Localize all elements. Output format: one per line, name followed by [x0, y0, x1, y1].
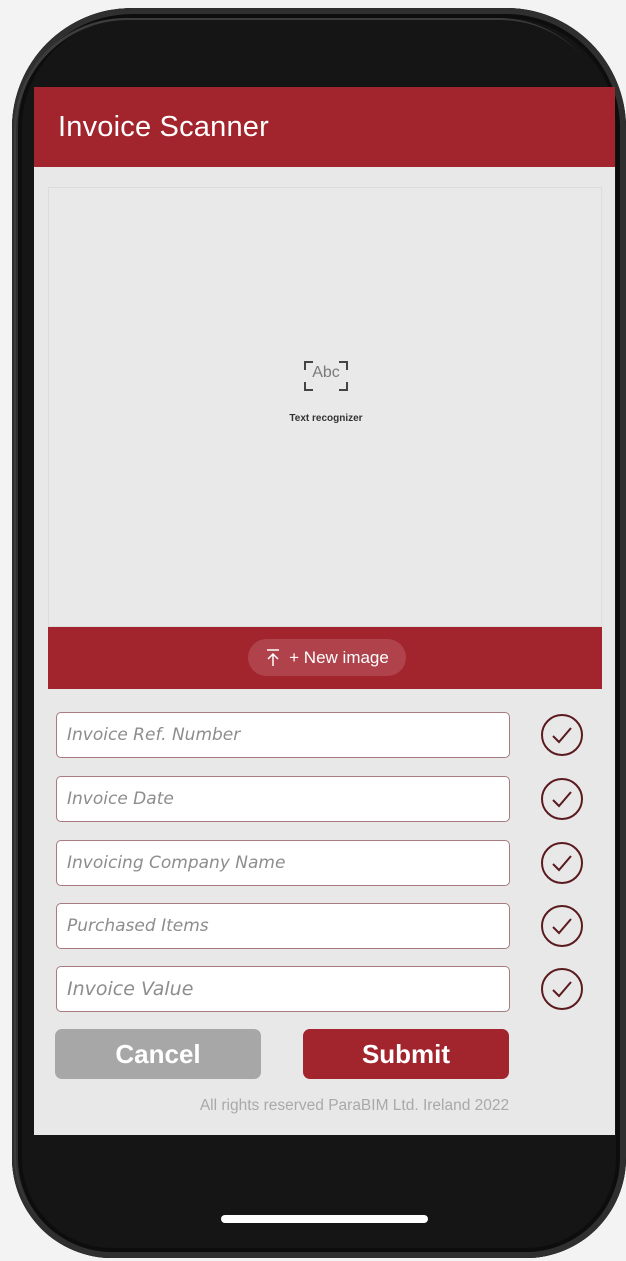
app-title: Invoice Scanner: [58, 111, 269, 143]
footer-copyright: All rights reserved ParaBIM Ltd. Ireland…: [199, 1097, 510, 1114]
text-recognizer-placeholder: Abc Text recognizer: [49, 358, 603, 424]
value-check-icon[interactable]: [539, 966, 585, 1012]
purchased-items-input[interactable]: [56, 903, 510, 949]
invoicing-company-name-input[interactable]: [56, 840, 510, 886]
invoice-value-input[interactable]: [56, 966, 510, 1012]
text-recognizer-icon-text: Abc: [312, 364, 340, 381]
new-image-button[interactable]: + New image: [248, 639, 406, 676]
upload-icon: [267, 648, 280, 666]
items-check-icon[interactable]: [539, 903, 585, 949]
submit-button[interactable]: Submit: [303, 1029, 509, 1079]
upload-bar: + New image: [48, 627, 602, 689]
new-image-label: + New image: [289, 647, 389, 667]
app-header: Invoice Scanner: [34, 87, 615, 167]
home-indicator[interactable]: [221, 1215, 428, 1223]
cancel-button[interactable]: Cancel: [55, 1029, 261, 1079]
text-recognizer-icon: Abc: [301, 358, 351, 394]
ref-number-check-icon[interactable]: [539, 712, 585, 758]
invoice-date-input[interactable]: [56, 776, 510, 822]
invoice-ref-number-input[interactable]: [56, 712, 510, 758]
image-preview-panel[interactable]: Abc Text recognizer: [48, 187, 602, 627]
app-screen: Invoice Scanner Abc Text recognizer + Ne…: [34, 87, 615, 1135]
date-check-icon[interactable]: [539, 776, 585, 822]
text-recognizer-label: Text recognizer: [289, 413, 363, 424]
company-check-icon[interactable]: [539, 840, 585, 886]
